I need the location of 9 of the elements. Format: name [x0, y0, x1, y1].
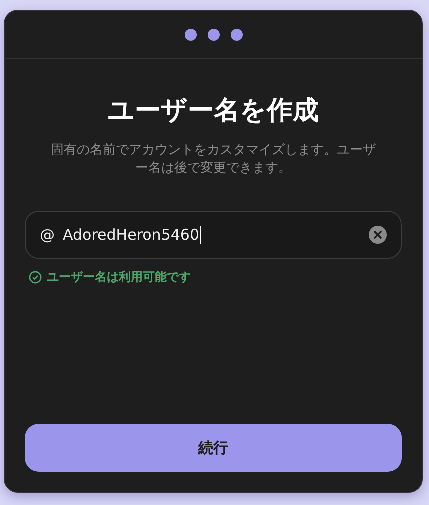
clear-icon[interactable]: [369, 226, 387, 244]
username-field[interactable]: @ AdoredHeron5460: [25, 211, 402, 259]
at-prefix: @: [40, 226, 55, 244]
status-text: ユーザー名は利用可能です: [47, 269, 191, 286]
description-text: 固有の名前でアカウントをカスタマイズします。ユーザー名は後で変更できます。: [50, 142, 377, 178]
dots-icon: [184, 28, 242, 40]
continue-button[interactable]: 続行: [25, 424, 402, 472]
username-value: AdoredHeron5460: [63, 226, 200, 244]
dialog-title: ユーザー名を作成: [107, 95, 320, 128]
